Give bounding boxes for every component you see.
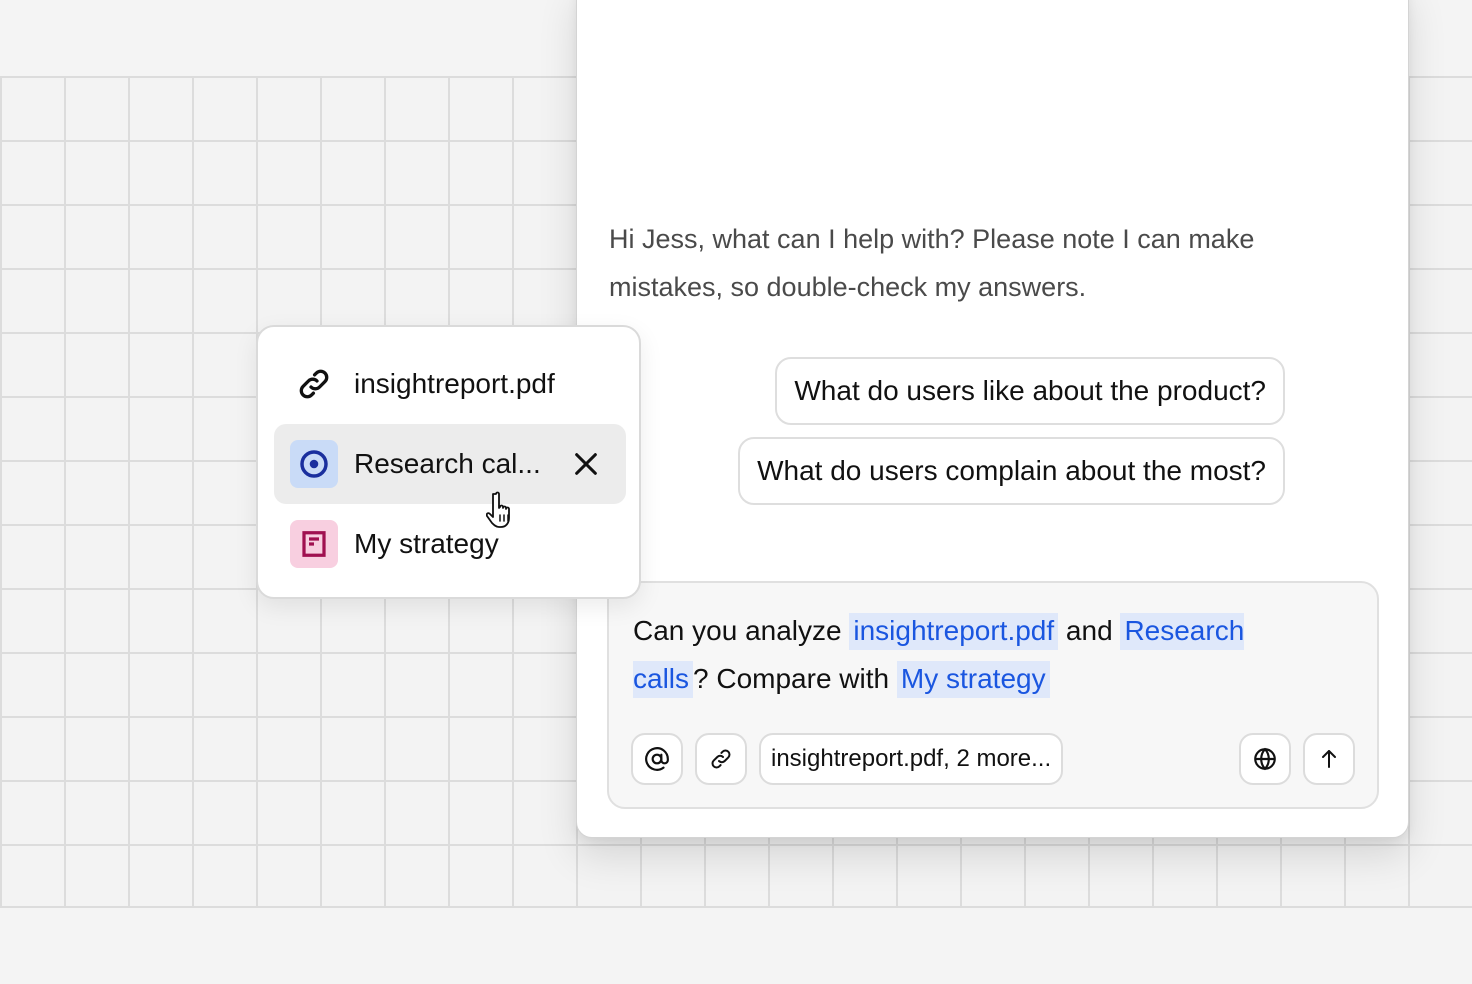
target-circle-icon xyxy=(290,440,338,488)
context-item[interactable]: My strategy xyxy=(274,504,626,584)
chat-panel: Hi Jess, what can I help with? Please no… xyxy=(576,0,1409,838)
globe-icon xyxy=(1254,747,1276,771)
send-button[interactable] xyxy=(1303,733,1355,785)
context-item-label: My strategy xyxy=(354,528,499,559)
document-icon xyxy=(290,520,338,568)
remove-context-button[interactable] xyxy=(570,448,602,480)
web-search-button[interactable] xyxy=(1239,733,1291,785)
prompt-text: and xyxy=(1058,615,1121,646)
mention-tag[interactable]: My strategy xyxy=(896,661,1050,698)
prompt-input[interactable]: Can you analyze insightreport.pdf and Re… xyxy=(633,607,1313,703)
suggestion-chip[interactable]: What do users like about the product? xyxy=(775,357,1285,425)
context-item-label: Research cal... xyxy=(354,448,541,479)
attachments-chip[interactable]: insightreport.pdf, 2 more... xyxy=(759,733,1064,785)
context-item[interactable]: insightreport.pdf xyxy=(274,344,626,424)
paperclip-icon xyxy=(711,749,731,769)
message-composer[interactable]: Can you analyze insightreport.pdf and Re… xyxy=(607,581,1379,809)
prompt-text: ? Compare with xyxy=(693,663,897,694)
mention-tag[interactable]: insightreport.pdf xyxy=(849,613,1059,650)
mention-button[interactable] xyxy=(631,733,683,785)
attach-button[interactable] xyxy=(695,733,747,785)
close-icon xyxy=(575,453,597,475)
paperclip-icon xyxy=(290,360,338,408)
at-icon xyxy=(645,747,669,771)
arrow-up-icon xyxy=(1322,750,1336,768)
context-item-label: insightreport.pdf xyxy=(354,368,555,399)
hand-pointer-icon xyxy=(486,491,510,528)
context-popup: insightreport.pdf Research cal... My str… xyxy=(256,325,641,599)
context-item[interactable]: Research cal... xyxy=(274,424,626,504)
assistant-greeting: Hi Jess, what can I help with? Please no… xyxy=(609,224,1255,302)
prompt-text: Can you analyze xyxy=(633,615,850,646)
suggestion-chip[interactable]: What do users complain about the most? xyxy=(738,437,1285,505)
